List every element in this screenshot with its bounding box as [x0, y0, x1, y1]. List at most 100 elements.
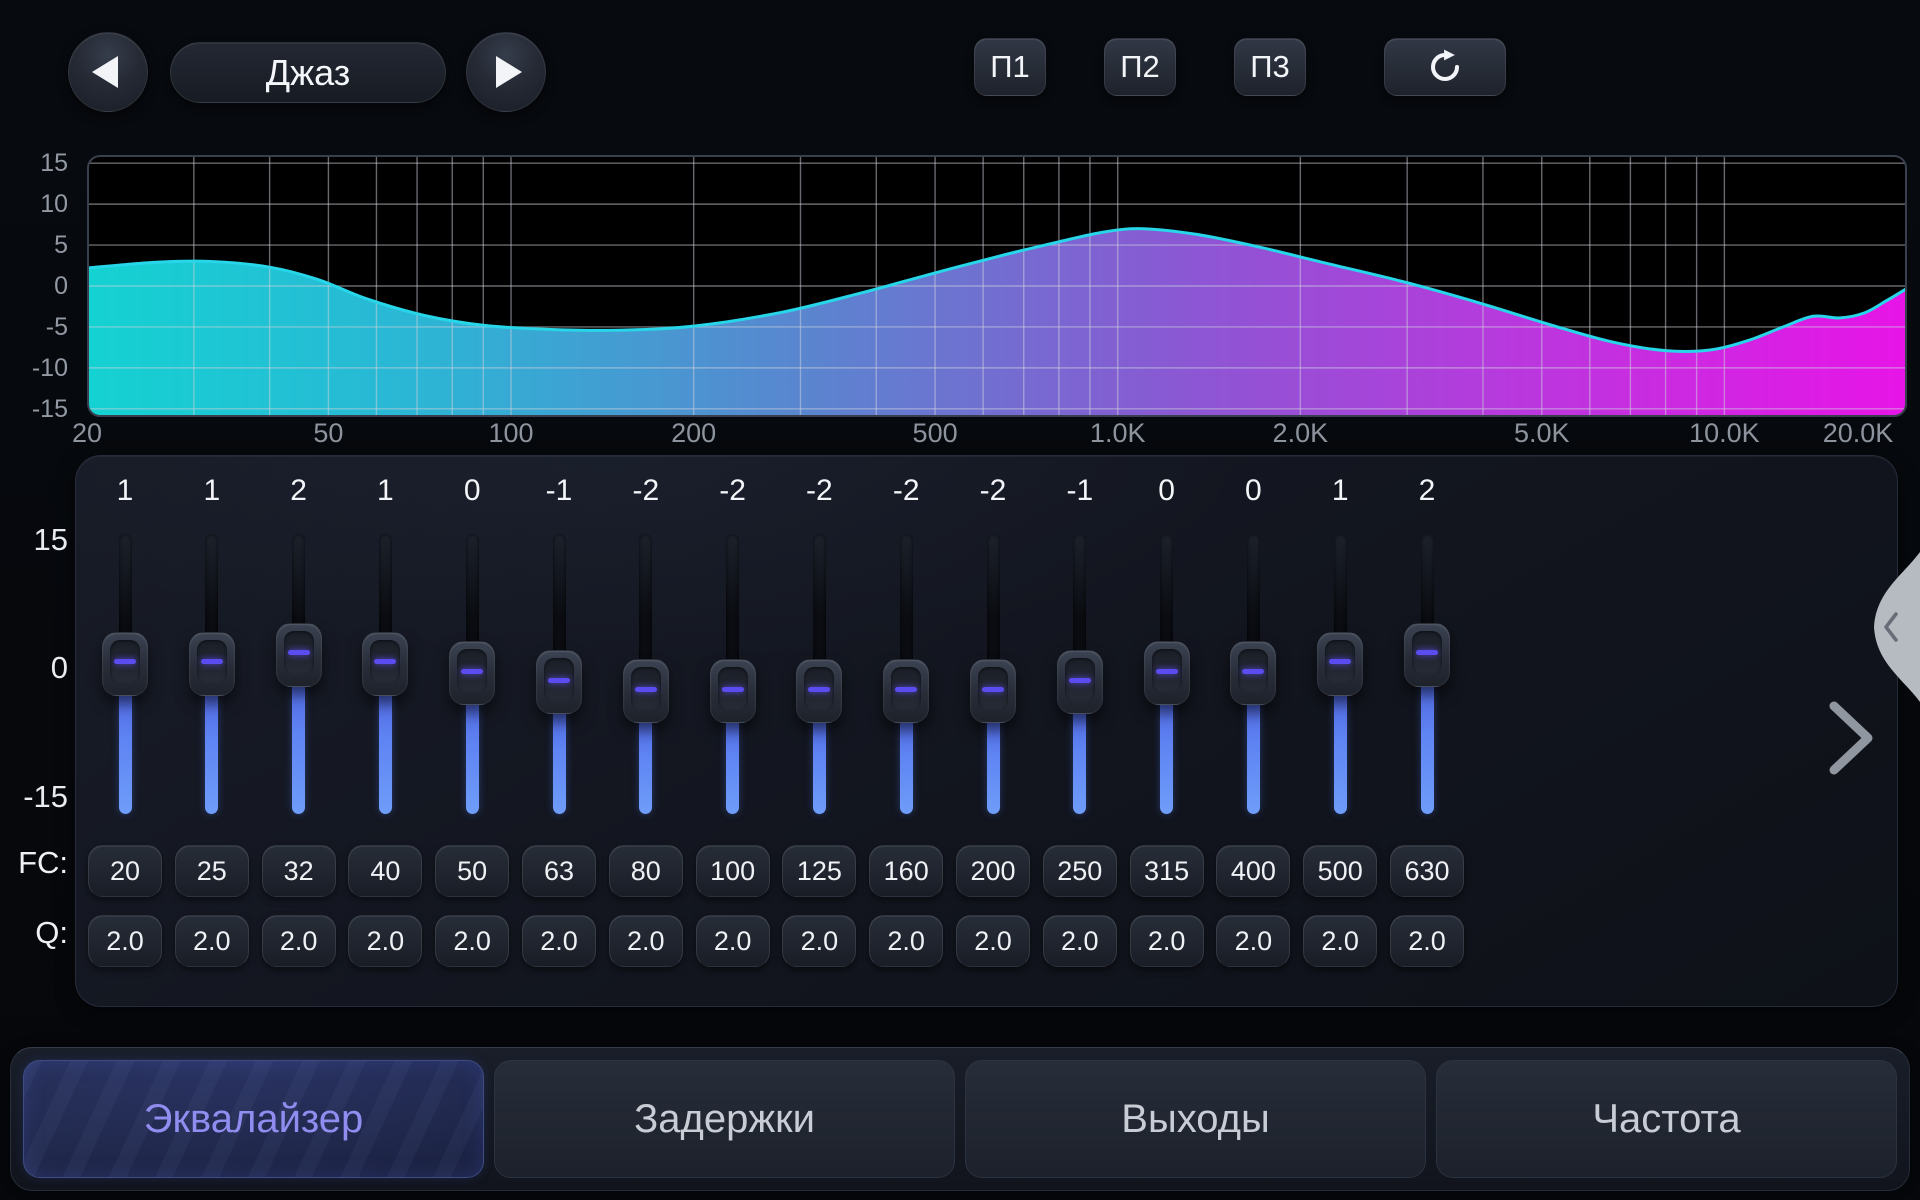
graph-x-tick: 200: [671, 420, 716, 447]
band-slider-thumb[interactable]: [1057, 650, 1103, 714]
slider-track-fill: [379, 690, 392, 814]
preset-selector[interactable]: Джаз: [170, 42, 446, 103]
band-fc-chip[interactable]: 400: [1216, 845, 1290, 897]
left-triangle-icon: [92, 56, 118, 88]
tab-equalizer[interactable]: Эквалайзер: [23, 1060, 484, 1178]
band-slider-thumb[interactable]: [276, 623, 322, 687]
band-q-chip[interactable]: 2.0: [869, 915, 943, 967]
band-slider-thumb[interactable]: [536, 650, 582, 714]
eq-band-630: 26302.0: [1384, 456, 1471, 1008]
band-q-chip[interactable]: 2.0: [88, 915, 162, 967]
preset-prev-button[interactable]: [68, 32, 148, 112]
band-q-chip[interactable]: 2.0: [609, 915, 683, 967]
band-gain-value: 0: [429, 474, 516, 508]
band-q-chip[interactable]: 2.0: [956, 915, 1030, 967]
slider-thumb-dash-icon: [1329, 659, 1351, 664]
band-slider-thumb[interactable]: [970, 659, 1016, 723]
next-bands-page-button[interactable]: [1826, 698, 1878, 778]
band-q-chip[interactable]: 2.0: [262, 915, 336, 967]
bottom-tab-bar: ЭквалайзерЗадержкиВыходыЧастота: [10, 1047, 1910, 1191]
band-gain-value: -1: [1036, 474, 1123, 508]
side-panel-handle[interactable]: [1860, 552, 1920, 702]
slider-thumb-inner: [110, 640, 140, 684]
band-slider-thumb[interactable]: [1404, 623, 1450, 687]
band-q-chip[interactable]: 2.0: [696, 915, 770, 967]
band-fc-chip[interactable]: 40: [348, 845, 422, 897]
band-fc-chip[interactable]: 63: [522, 845, 596, 897]
band-slider-thumb[interactable]: [449, 641, 495, 705]
band-fc-chip[interactable]: 20: [88, 845, 162, 897]
band-slider-thumb[interactable]: [102, 632, 148, 696]
eq-band-200: -22002.0: [950, 456, 1037, 1008]
preset-memory-button-3[interactable]: П3: [1234, 38, 1306, 96]
band-q-chip[interactable]: 2.0: [522, 915, 596, 967]
slider-thumb-inner: [631, 667, 661, 711]
slider-track-fill: [900, 717, 913, 814]
band-q-chip[interactable]: 2.0: [1303, 915, 1377, 967]
band-fc-chip[interactable]: 125: [782, 845, 856, 897]
band-fc-chip[interactable]: 200: [956, 845, 1030, 897]
band-fc-chip[interactable]: 250: [1043, 845, 1117, 897]
band-q-chip[interactable]: 2.0: [1216, 915, 1290, 967]
band-fc-chip[interactable]: 80: [609, 845, 683, 897]
band-q-chip[interactable]: 2.0: [348, 915, 422, 967]
graph-x-tick: 5.0K: [1514, 420, 1570, 447]
band-gain-value: 1: [1297, 474, 1384, 508]
tab-outputs[interactable]: Выходы: [965, 1060, 1426, 1178]
band-q-chip[interactable]: 2.0: [1390, 915, 1464, 967]
graph-y-tick: -5: [6, 315, 68, 340]
band-slider-thumb[interactable]: [623, 659, 669, 723]
band-slider-thumb[interactable]: [883, 659, 929, 723]
graph-x-tick: 500: [913, 420, 958, 447]
band-fc-chip[interactable]: 500: [1303, 845, 1377, 897]
band-fc-chip[interactable]: 50: [435, 845, 509, 897]
slider-track-fill: [466, 699, 479, 814]
tab-delays[interactable]: Задержки: [494, 1060, 955, 1178]
preset-memory-button-1[interactable]: П1: [974, 38, 1046, 96]
band-fc-chip[interactable]: 630: [1390, 845, 1464, 897]
gain-scale-label: 0: [0, 650, 68, 686]
eq-band-80: -2802.0: [602, 456, 689, 1008]
band-fc-chip[interactable]: 160: [869, 845, 943, 897]
refresh-icon: [1427, 49, 1463, 85]
slider-thumb-inner: [1152, 649, 1182, 693]
band-slider-thumb[interactable]: [1317, 632, 1363, 696]
band-q-chip[interactable]: 2.0: [782, 915, 856, 967]
equalizer-app: Джаз П1П2П3 151050-5-10-15 2050100200500…: [0, 0, 1920, 1200]
band-gain-value: -2: [776, 474, 863, 508]
band-q-chip[interactable]: 2.0: [435, 915, 509, 967]
graph-x-tick: 20.0K: [1823, 420, 1894, 447]
slider-thumb-dash-icon: [288, 650, 310, 655]
reset-button[interactable]: [1384, 38, 1506, 96]
graph-x-tick: 10.0K: [1689, 420, 1760, 447]
preset-next-button[interactable]: [466, 32, 546, 112]
eq-band-40: 1 40 2.0: [342, 456, 429, 1008]
band-fc-chip[interactable]: 32: [262, 845, 336, 897]
band-slider-thumb[interactable]: [796, 659, 842, 723]
band-fc-chip[interactable]: 315: [1130, 845, 1204, 897]
slider-thumb-inner: [718, 667, 748, 711]
band-slider-thumb[interactable]: [1144, 641, 1190, 705]
eq-band-500: 1 500 2.0: [1297, 456, 1384, 1008]
band-q-chip[interactable]: 2.0: [1130, 915, 1204, 967]
slider-track-fill: [1160, 699, 1173, 814]
slider-track-fill: [1073, 708, 1086, 814]
band-q-chip[interactable]: 2.0: [1043, 915, 1117, 967]
eq-band-400: 0 400 2.0: [1210, 456, 1297, 1008]
slider-thumb-inner: [1238, 649, 1268, 693]
preset-memory-button-2[interactable]: П2: [1104, 38, 1176, 96]
band-slider-thumb[interactable]: [1230, 641, 1276, 705]
band-q-chip[interactable]: 2.0: [175, 915, 249, 967]
band-fc-chip[interactable]: 100: [696, 845, 770, 897]
slider-thumb-dash-icon: [548, 678, 570, 683]
chevron-right-icon: [1834, 706, 1868, 770]
band-fc-chip[interactable]: 25: [175, 845, 249, 897]
band-gain-value: 1: [342, 474, 429, 508]
slider-track-fill: [813, 717, 826, 814]
band-gain-value: 0: [1210, 474, 1297, 508]
band-slider-thumb[interactable]: [189, 632, 235, 696]
tab-frequency[interactable]: Частота: [1436, 1060, 1897, 1178]
band-slider-thumb[interactable]: [362, 632, 408, 696]
slider-thumb-dash-icon: [1069, 678, 1091, 683]
band-slider-thumb[interactable]: [710, 659, 756, 723]
